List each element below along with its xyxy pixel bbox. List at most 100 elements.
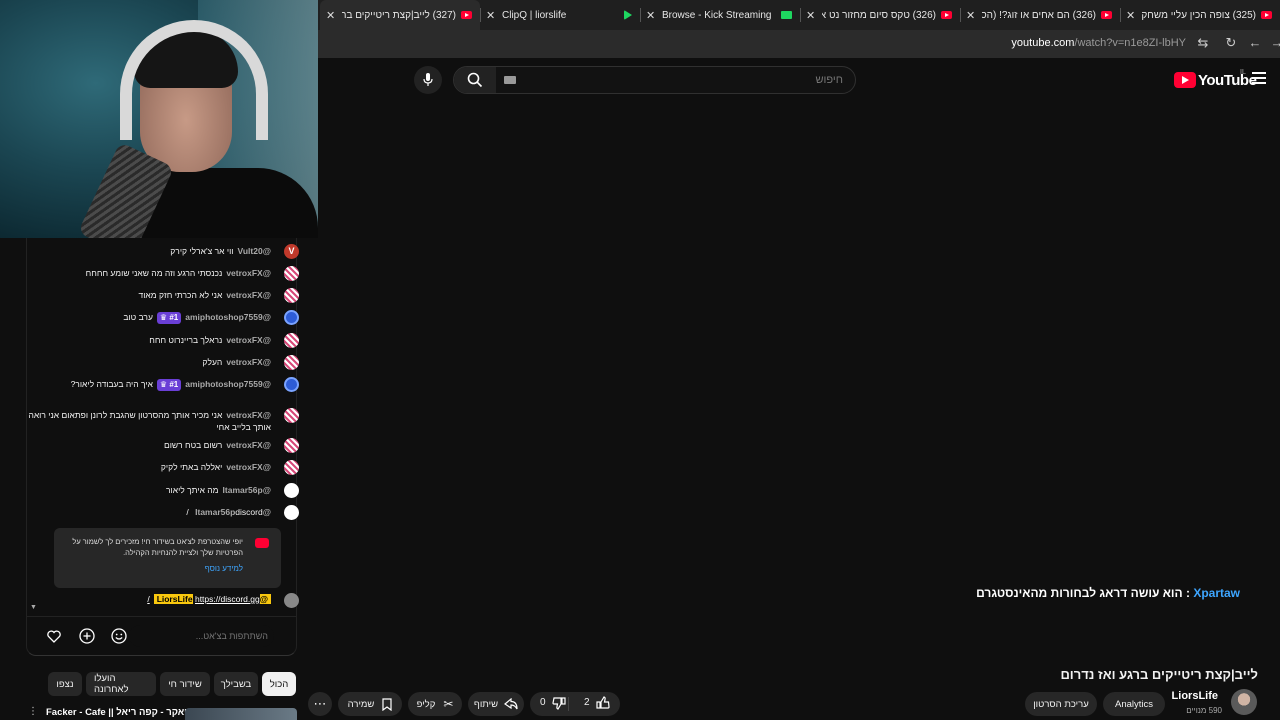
voice-search-button[interactable] [414, 66, 442, 94]
analytics-button[interactable]: Analytics [1103, 692, 1165, 716]
forward-icon[interactable]: → [1268, 35, 1280, 50]
webcam-overlay [0, 0, 318, 238]
search-button[interactable] [454, 67, 496, 93]
browser-tab[interactable]: ✕ (325) צופה הכין עליי משחק אימה [1120, 0, 1280, 30]
chat-author[interactable]: @amiphotoshop7559 [185, 312, 271, 322]
heart-button[interactable] [45, 627, 63, 645]
tab-title: (327) לייב|קצת ריטייקים ברגע [342, 9, 456, 21]
chip-live[interactable]: שידור חי [160, 672, 210, 696]
save-button[interactable]: שמירה [338, 692, 402, 716]
close-tab-icon[interactable]: ✕ [486, 9, 495, 22]
chat-text: ווי אר צ'ארלי קירק [170, 246, 234, 256]
back-icon[interactable]: ← [1246, 35, 1264, 50]
close-tab-icon[interactable]: ✕ [326, 9, 335, 22]
avatar[interactable] [284, 460, 299, 475]
chat-message: @amiphotoshop7559♛ #1ערב טוב [27, 310, 299, 325]
avatar[interactable] [284, 593, 299, 608]
avatar[interactable] [284, 408, 299, 423]
related-video-title[interactable]: פאקר - קפה ריאל || Facker - Cafe [46, 707, 190, 718]
avatar[interactable] [284, 483, 299, 498]
search-box[interactable] [453, 66, 856, 94]
tab-title: (326) טקס סיום מחזור נט אורט [822, 9, 936, 21]
tab-title: Browse - Kick Streaming [662, 9, 772, 21]
avatar[interactable] [284, 288, 299, 303]
chat-author[interactable]: @vetroxFX [226, 290, 271, 300]
close-tab-icon[interactable]: ✕ [646, 9, 655, 22]
browser-tab[interactable]: ✕ ClipQ | liorslife [480, 0, 640, 30]
like-button[interactable] [596, 696, 610, 713]
chat-author[interactable]: @vetroxFX [226, 335, 271, 345]
member-badge: ♛ #1 [156, 312, 182, 324]
avatar[interactable] [284, 438, 299, 453]
avatar[interactable] [284, 310, 299, 325]
notice-text: יופי שהצטרפת לצ'אט בשידור חי! מזכירים לך… [72, 537, 243, 557]
emoji-button[interactable] [110, 627, 128, 645]
chat-message: @vetroxFXנראלך בריינרוט חחח [27, 333, 299, 348]
thumbs-up-icon [596, 696, 610, 709]
youtube-icon [255, 538, 269, 548]
clip-button[interactable]: קליפ ✂ [408, 692, 462, 716]
url-text[interactable]: youtube.com/watch?v=n1e8ZI-lbHY [1011, 37, 1186, 49]
chat-input[interactable] [129, 625, 274, 647]
tab-title: (325) צופה הכין עליי משחק אימה [1142, 9, 1256, 21]
related-video[interactable]: ⋮ פאקר - קפה ריאל || Facker - Cafe [26, 706, 297, 720]
chat-author[interactable]: @amiphotoshop7559 [185, 379, 271, 389]
edit-video-button[interactable]: עריכת הסרטון [1025, 692, 1097, 716]
related-video-thumbnail[interactable] [185, 708, 297, 720]
more-options-icon[interactable]: ⋮ [28, 706, 38, 717]
chat-author[interactable]: @vetroxFX [226, 268, 271, 278]
chat-author[interactable]: @vetroxFX [226, 440, 271, 450]
chip-for-you[interactable]: בשבילך [214, 672, 258, 696]
chat-author[interactable]: @vetroxFX [226, 462, 271, 472]
search-input[interactable] [500, 71, 843, 89]
youtube-icon [1101, 11, 1112, 19]
chat-author[interactable]: @Vult20 [238, 246, 272, 256]
address-bar[interactable]: youtube.com/watch?v=n1e8ZI-lbHY ⇆ ↻ ← → [318, 30, 1280, 58]
scroll-down-icon[interactable]: ▼ [30, 604, 37, 611]
avatar[interactable] [284, 333, 299, 348]
avatar[interactable] [284, 377, 299, 392]
close-tab-icon[interactable]: ✕ [806, 9, 815, 22]
avatar[interactable]: V [284, 244, 299, 259]
close-tab-icon[interactable]: ✕ [966, 9, 975, 22]
learn-more-link[interactable]: למידע נוסף [205, 564, 243, 573]
chat-message: @Itamar56p מה איתך ליאור [27, 483, 299, 498]
share-button[interactable]: שיתוף [468, 692, 524, 716]
more-actions-button[interactable]: ⋯ [308, 692, 332, 716]
tab-title: ClipQ | liorslife [502, 9, 567, 21]
youtube-icon [461, 11, 472, 19]
chat-text: ערב טוב [123, 312, 153, 322]
chat-message: V @Vult20 ווי אר צ'ארלי קירק [27, 244, 299, 259]
like-dislike-group: 0 2 [530, 692, 620, 716]
kick-icon [781, 11, 792, 19]
chat-author[interactable]: @vetroxFX [226, 357, 271, 367]
reload-icon[interactable]: ↻ [1222, 35, 1240, 51]
youtube-icon [941, 11, 952, 19]
play-icon [624, 10, 632, 20]
chat-text: נכנסתי הרגע וזה מה שאני שומע חחחח [85, 268, 223, 278]
chip-recently-uploaded[interactable]: הועלו לאחרונה [86, 672, 156, 696]
share-label: שיתוף [473, 698, 499, 710]
chip-watched[interactable]: נצפו [48, 672, 82, 696]
avatar[interactable] [284, 505, 299, 520]
chip-all[interactable]: הכול [262, 672, 296, 696]
avatar[interactable] [284, 266, 299, 281]
browser-tab-active[interactable]: ✕ (327) לייב|קצת ריטייקים ברגע [320, 0, 480, 30]
browser-tab[interactable]: ✕ (326) הם אחים או זוג?! (הסרטון [960, 0, 1120, 30]
close-tab-icon[interactable]: ✕ [1126, 9, 1135, 22]
chat-author[interactable]: @vetroxFX [226, 410, 271, 420]
dislike-button[interactable] [552, 696, 566, 713]
chat-author[interactable]: @Itamar56p [223, 485, 271, 495]
bookmark-icon [382, 697, 392, 711]
channel-name[interactable]: LiorsLife [1172, 690, 1218, 702]
youtube-logo[interactable]: YouTube IL [1174, 69, 1257, 89]
browser-tab[interactable]: ✕ (326) טקס סיום מחזור נט אורט [800, 0, 960, 30]
chat-text: העלק [202, 357, 223, 367]
emoji-icon [111, 628, 127, 644]
add-button[interactable] [78, 627, 96, 645]
browser-tab[interactable]: ✕ Browse - Kick Streaming [640, 0, 800, 30]
chat-message: @vetroxFXיאללה באתי לקיק [27, 460, 299, 475]
avatar[interactable] [284, 355, 299, 370]
channel-avatar[interactable] [1231, 689, 1257, 715]
translate-icon[interactable]: ⇆ [1194, 35, 1212, 51]
